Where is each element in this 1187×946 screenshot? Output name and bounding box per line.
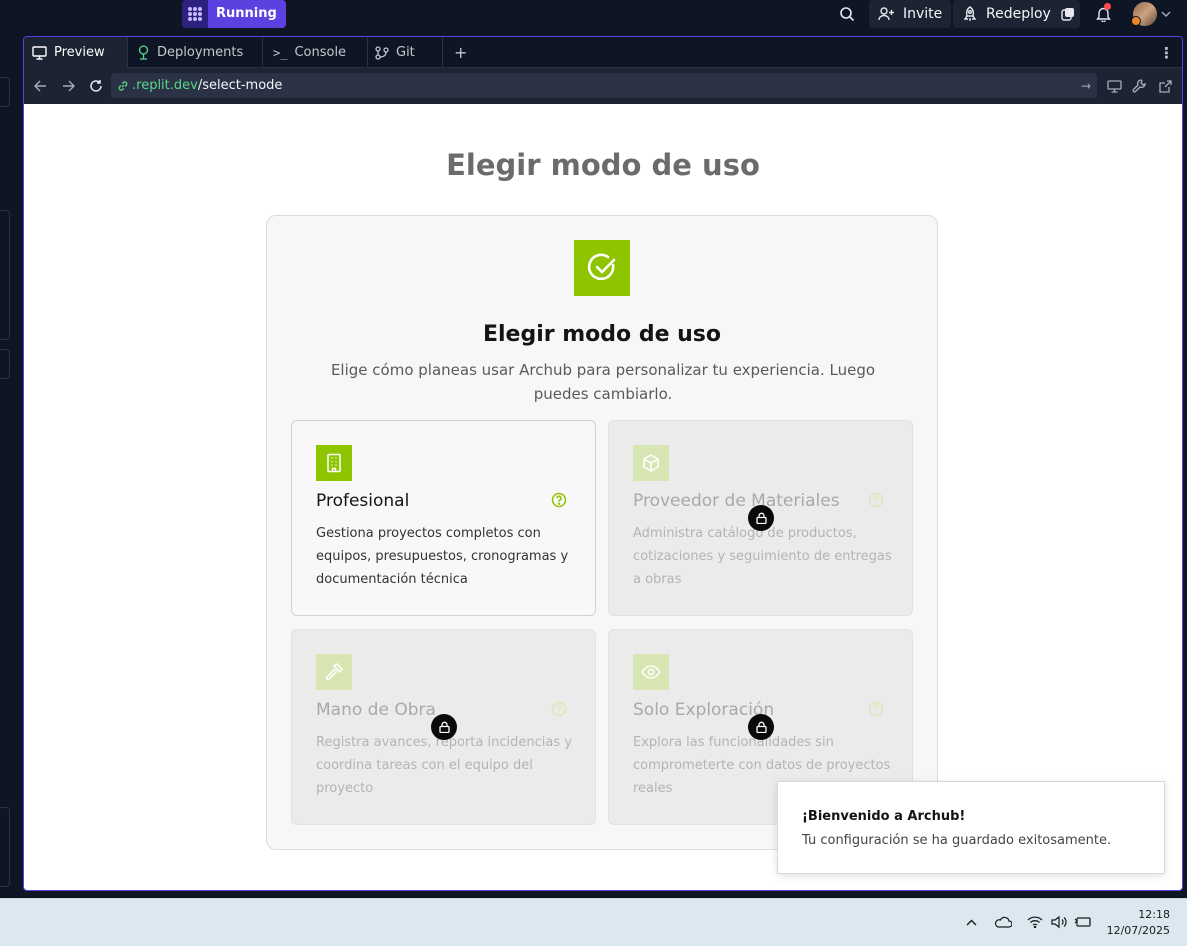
monitor-icon [32, 45, 47, 60]
lock-icon [431, 714, 457, 740]
help-icon [868, 492, 884, 508]
toast-message: Tu configuración se ha guardado exitosam… [802, 833, 1112, 848]
option-title: Proveedor de Materiales [633, 491, 840, 511]
tab-console[interactable]: >_ Console [263, 37, 368, 68]
terminal-icon: >_ [273, 45, 288, 60]
option-proveedor[interactable]: Proveedor de Materiales Administra catál… [608, 420, 913, 616]
devices-icon[interactable] [1104, 68, 1124, 104]
wifi-icon[interactable] [1025, 911, 1045, 933]
option-description: Gestiona proyectos completos con equipos… [316, 526, 569, 587]
eye-icon [633, 654, 669, 690]
chevron-up-icon[interactable] [963, 911, 979, 933]
sidebar-edge-box [0, 77, 10, 107]
link-icon [118, 80, 128, 91]
option-mano-de-obra[interactable]: Mano de Obra Registra avances, reporta i… [291, 629, 596, 825]
check-circle-icon [574, 240, 630, 296]
option-profesional[interactable]: Profesional Gestiona proyectos completos… [291, 420, 596, 616]
url-path: /select-mode [197, 78, 283, 93]
welcome-toast[interactable]: ¡Bienvenido a Archub! Tu configuración s… [777, 781, 1165, 874]
option-title: Mano de Obra [316, 700, 436, 720]
mode-card: Elegir modo de uso Elige cómo planeas us… [266, 215, 938, 850]
onedrive-icon[interactable] [992, 911, 1014, 933]
go-icon[interactable]: → [1081, 79, 1091, 93]
avatar-badge [1131, 16, 1141, 26]
sidebar-edge-box [0, 807, 10, 887]
sidebar-edge-box [0, 210, 10, 340]
url-input[interactable]: .replit.dev/select-mode → [111, 73, 1097, 98]
add-tab-button[interactable]: + [443, 37, 477, 68]
tab-label: Console [294, 45, 347, 60]
tab-label: Preview [54, 45, 105, 60]
notification-dot [1104, 3, 1111, 10]
devtools-icon[interactable] [1129, 68, 1149, 104]
help-icon [551, 701, 567, 717]
option-description: Administra catálogo de productos, cotiza… [633, 526, 892, 587]
url-host: .replit.dev [132, 78, 198, 93]
clock-date: 12/07/2025 [1106, 924, 1170, 937]
git-icon [375, 45, 389, 60]
rocket-icon [963, 6, 977, 21]
pane-tabs: Preview Deployments >_ Console Git + ⋮ [24, 37, 1182, 68]
toast-title: ¡Bienvenido a Archub! [802, 809, 966, 824]
page-title: Elegir modo de uso [446, 148, 760, 182]
preview-pane: Preview Deployments >_ Console Git + ⋮ .… [23, 36, 1183, 891]
redeploy-label: Redeploy [986, 6, 1051, 22]
help-icon[interactable] [551, 492, 567, 508]
dark-mode-button[interactable] [1056, 0, 1080, 28]
tab-deployments[interactable]: Deployments [128, 37, 263, 68]
hammer-icon [316, 654, 352, 690]
address-bar-row: .replit.dev/select-mode → [24, 68, 1182, 104]
building-icon [316, 445, 352, 481]
card-subtitle: Elige cómo planeas usar Archub para pers… [330, 361, 876, 403]
tab-git[interactable]: Git [368, 37, 443, 68]
tab-preview[interactable]: Preview [24, 37, 128, 68]
user-plus-icon [878, 7, 894, 21]
apps-icon [182, 0, 208, 28]
forward-icon[interactable] [58, 68, 78, 104]
reload-icon[interactable] [86, 68, 106, 104]
card-title: Elegir modo de uso [482, 322, 722, 347]
system-clock[interactable]: 12:18 12/07/2025 [1107, 907, 1170, 939]
package-icon [633, 445, 669, 481]
volume-icon[interactable] [1049, 911, 1069, 933]
option-description: Registra avances, reporta incidencias y … [316, 735, 572, 796]
back-icon[interactable] [30, 68, 50, 104]
run-label: Running [208, 0, 286, 28]
deploy-icon [138, 45, 149, 60]
run-button[interactable]: Running [182, 0, 286, 28]
invite-button[interactable]: Invite [869, 0, 952, 28]
windows-taskbar: 12:18 12/07/2025 [0, 898, 1187, 946]
editor-sidebar-edge [0, 29, 23, 898]
clock-time: 12:18 [1138, 908, 1170, 921]
invite-label: Invite [903, 6, 943, 22]
battery-icon[interactable] [1073, 911, 1093, 933]
tab-label: Git [396, 45, 415, 60]
dark-mode-icon [1061, 8, 1074, 21]
help-icon [868, 701, 884, 717]
chevron-down-icon[interactable] [1159, 0, 1173, 28]
redeploy-button[interactable]: Redeploy [953, 0, 1060, 28]
open-new-tab-icon[interactable] [1155, 68, 1175, 104]
tab-label: Deployments [157, 45, 244, 60]
lock-icon [748, 714, 774, 740]
sidebar-edge-box [0, 349, 10, 379]
replit-topbar: Running Invite Redeploy [0, 0, 1187, 29]
web-preview: Elegir modo de uso Elegir modo de uso El… [24, 104, 1182, 890]
lock-icon [748, 505, 774, 531]
more-icon[interactable]: ⋮ [1154, 37, 1176, 68]
option-title: Profesional [316, 491, 410, 511]
search-icon[interactable] [836, 0, 858, 28]
